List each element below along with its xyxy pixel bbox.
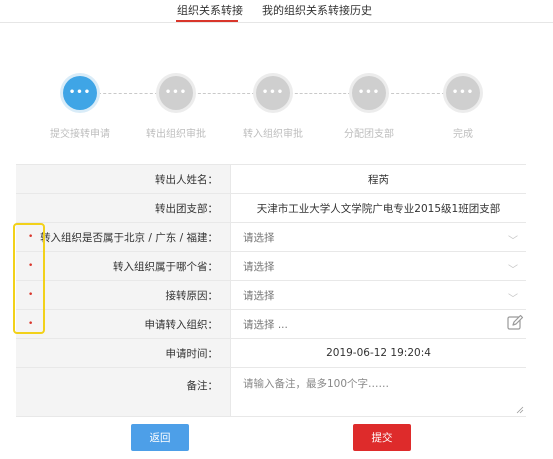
branch-value: 天津市工业大学人文学院广电专业2015级1班团支部 — [230, 194, 526, 222]
form-row-reason: • 接转原因： 请选择 ﹀ — [16, 281, 526, 310]
tab-transfer-history[interactable]: 我的组织关系转接历史 — [262, 2, 372, 18]
step-4-icon: ••• — [352, 76, 386, 110]
target-label: 申请转入组织： — [144, 318, 219, 331]
tab-bar: 组织关系转接 我的组织关系转接历史 — [0, 0, 553, 23]
region-label: 转入组织是否属于北京 / 广东 / 福建： — [40, 231, 218, 244]
step-connector — [290, 93, 351, 94]
note-label: 备注： — [16, 368, 230, 416]
step-connector — [386, 93, 445, 94]
form-row-branch: 转出团支部： 天津市工业大学人文学院广电专业2015级1班团支部 — [16, 194, 526, 223]
form-row-region: • 转入组织是否属于北京 / 广东 / 福建： 请选择 ﹀ — [16, 223, 526, 252]
step-2-label: 转出组织审批 — [146, 129, 206, 140]
chevron-down-icon: ﹀ — [508, 265, 518, 276]
name-label: 转出人姓名： — [16, 165, 230, 193]
province-label-cell: • 转入组织属于哪个省： — [16, 252, 230, 280]
province-label: 转入组织属于哪个省： — [113, 260, 218, 273]
province-select-value: 请选择 — [243, 260, 275, 273]
target-label-cell: • 申请转入组织： — [16, 310, 230, 338]
step-5-icon: ••• — [446, 76, 480, 110]
chevron-down-icon: ﹀ — [508, 236, 518, 247]
time-label: 申请时间： — [16, 339, 230, 367]
transfer-form: 转出人姓名： 程芮 转出团支部： 天津市工业大学人文学院广电专业2015级1班团… — [16, 164, 526, 417]
note-placeholder: 请输入备注，最多100个字…… — [243, 378, 390, 390]
step-connector — [193, 93, 255, 94]
chevron-down-icon: ﹀ — [508, 294, 518, 305]
back-button[interactable]: 返回 — [131, 424, 189, 451]
region-select[interactable]: 请选择 ﹀ — [230, 223, 526, 251]
target-org-value: 请选择 ... — [243, 318, 288, 331]
step-2-icon: ••• — [159, 76, 193, 110]
province-select[interactable]: 请选择 ﹀ — [230, 252, 526, 280]
form-row-time: 申请时间： 2019-06-12 19:20:4 — [16, 339, 526, 368]
reason-select[interactable]: 请选择 ﹀ — [230, 281, 526, 309]
resize-grip-icon[interactable] — [516, 406, 524, 414]
step-connector — [98, 93, 158, 94]
step-3-label: 转入组织审批 — [243, 129, 303, 140]
reason-select-value: 请选择 — [243, 289, 275, 302]
step-1-icon: ••• — [63, 76, 97, 110]
form-row-name: 转出人姓名： 程芮 — [16, 165, 526, 194]
form-row-target: • 申请转入组织： 请选择 ... — [16, 310, 526, 339]
form-row-note: 备注： 请输入备注，最多100个字…… — [16, 368, 526, 417]
active-tab-indicator — [176, 20, 238, 22]
reason-label: 接转原因： — [165, 289, 219, 302]
step-3-icon: ••• — [256, 76, 290, 110]
edit-icon[interactable] — [506, 314, 524, 332]
branch-label: 转出团支部： — [16, 194, 230, 222]
step-5-label: 完成 — [453, 129, 473, 140]
progress-steps: ••• ••• ••• ••• ••• 提交接转申请 转出组织审批 转入组织审批… — [0, 72, 553, 142]
name-value: 程芮 — [230, 165, 526, 193]
required-fields-highlight — [13, 223, 45, 334]
form-row-province: • 转入组织属于哪个省： 请选择 ﹀ — [16, 252, 526, 281]
step-1-label: 提交接转申请 — [50, 129, 110, 140]
tab-org-transfer[interactable]: 组织关系转接 — [177, 2, 243, 18]
submit-button[interactable]: 提交 — [353, 424, 411, 451]
step-4-label: 分配团支部 — [344, 129, 394, 140]
reason-label-cell: • 接转原因： — [16, 281, 230, 309]
region-select-value: 请选择 — [243, 231, 275, 244]
note-textarea[interactable]: 请输入备注，最多100个字…… — [230, 368, 526, 416]
target-org-input[interactable]: 请选择 ... — [230, 310, 526, 338]
region-label-cell: • 转入组织是否属于北京 / 广东 / 福建： — [16, 223, 230, 251]
time-value: 2019-06-12 19:20:4 — [230, 339, 526, 367]
